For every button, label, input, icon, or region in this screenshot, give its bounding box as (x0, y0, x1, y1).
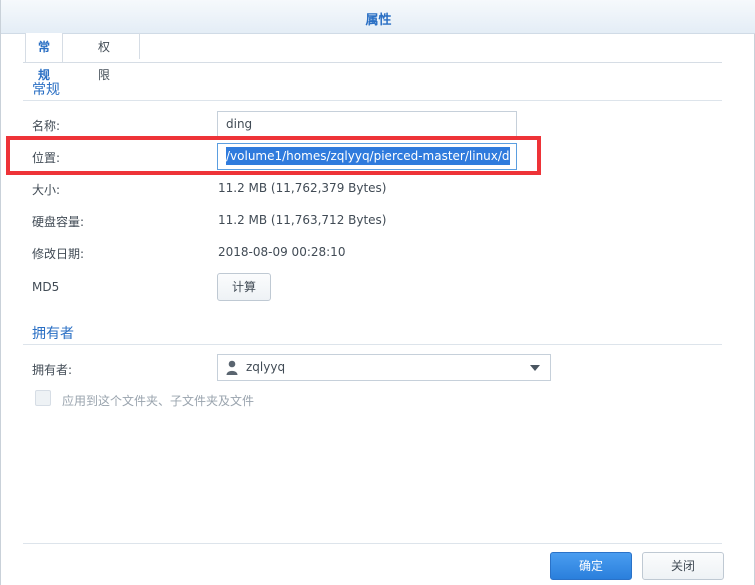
properties-dialog: 属性 常规 权限 常规 名称: ding 位置: /volume1/homes/… (0, 0, 755, 585)
modified-date-label: 修改日期: (32, 247, 85, 261)
section-divider (23, 100, 722, 101)
size-value: 11.2 MB (11,762,379 Bytes) (218, 181, 387, 195)
footer-divider (23, 543, 722, 544)
tab-divider (139, 33, 140, 59)
modified-date-value: 2018-08-09 00:28:10 (218, 245, 346, 259)
ok-button[interactable]: 确定 (550, 552, 632, 580)
tab-underline (23, 62, 722, 63)
owner-label: 拥有者: (32, 363, 73, 377)
owner-select[interactable]: zqlyyq (217, 354, 551, 381)
user-icon (226, 360, 238, 375)
location-highlight-frame (6, 136, 541, 175)
tab-general[interactable]: 常规 (25, 33, 64, 82)
apply-recursive-label: 应用到这个文件夹、子文件夹及文件 (62, 394, 255, 408)
section-title-general: 常规 (32, 82, 60, 98)
dialog-title: 属性 (365, 13, 392, 28)
disk-usage-value: 11.2 MB (11,763,712 Bytes) (218, 213, 387, 227)
title-bar[interactable]: 属性 (1, 0, 755, 34)
compute-md5-button[interactable]: 计算 (217, 273, 271, 301)
tab-permissions[interactable]: 权限 (86, 33, 122, 82)
close-button[interactable]: 关闭 (642, 552, 724, 580)
name-field[interactable]: ding (217, 111, 517, 138)
md5-label: MD5 (32, 280, 60, 294)
name-label: 名称: (32, 119, 61, 133)
apply-recursive-checkbox[interactable] (35, 390, 51, 406)
section-divider (23, 344, 722, 345)
section-title-owner: 拥有者 (32, 326, 74, 342)
owner-value: zqlyyq (246, 360, 286, 374)
chevron-down-icon (530, 365, 540, 371)
disk-usage-label: 硬盘容量: (32, 215, 85, 229)
size-label: 大小: (32, 183, 61, 197)
